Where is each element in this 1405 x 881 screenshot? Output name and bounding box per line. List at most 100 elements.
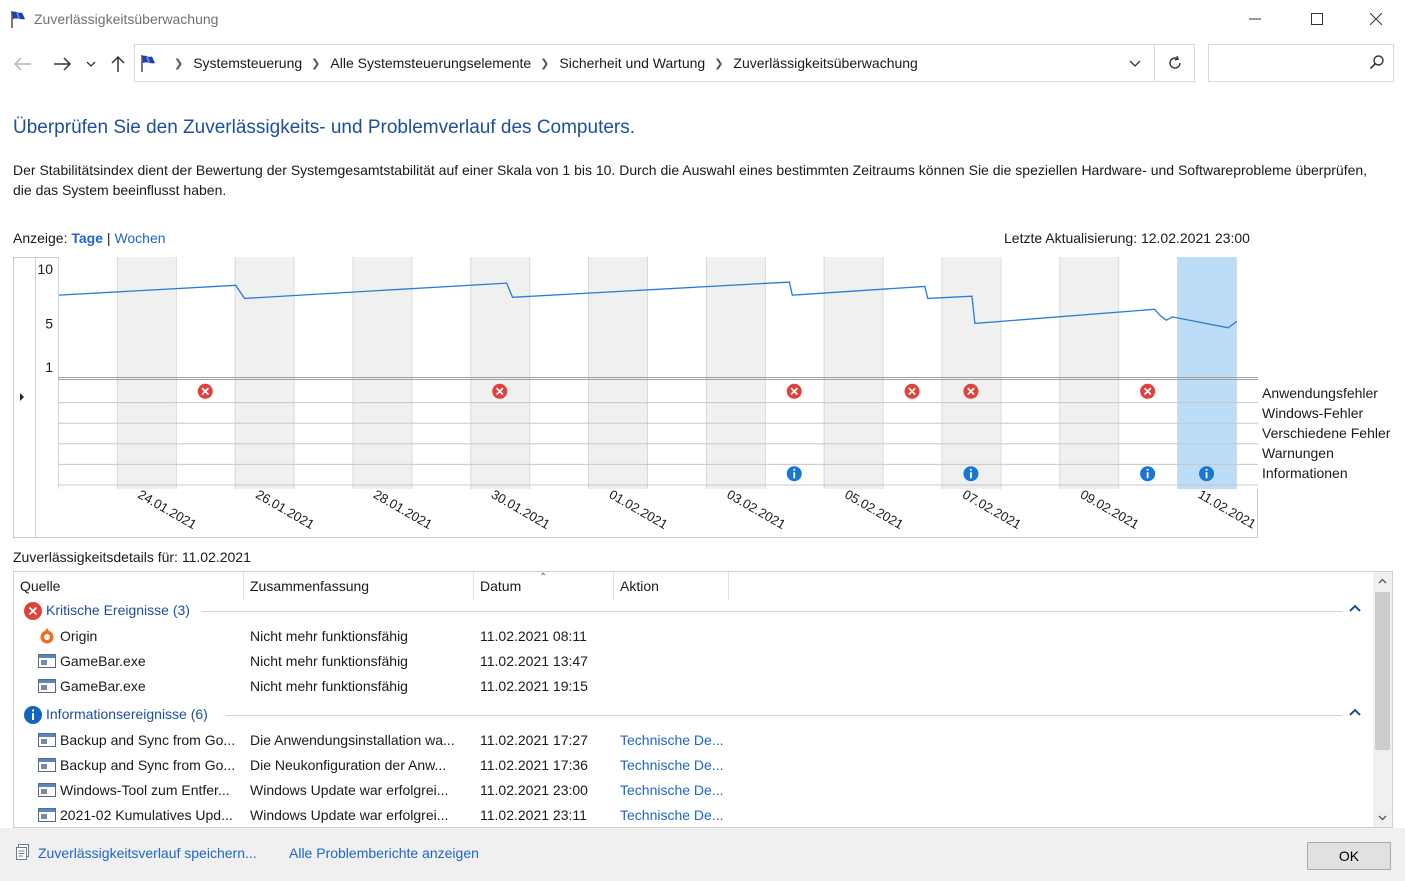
group-critical-events[interactable]: Kritische Ereignisse (3)	[14, 598, 1374, 624]
table-row[interactable]: 2021-02 Kumulatives Upd... Windows Updat…	[14, 803, 1374, 827]
error-event-marker[interactable]	[197, 383, 213, 399]
search-icon[interactable]	[1369, 54, 1385, 70]
technical-details-link[interactable]: Technische De...	[620, 732, 724, 748]
page-title: Überprüfen Sie den Zuverlässigkeits- und…	[13, 117, 636, 138]
view-all-reports-link[interactable]: Alle Problemberichte anzeigen	[289, 845, 479, 861]
cell-summary: Windows Update war erfolgrei...	[250, 782, 449, 798]
chevron-down-icon	[86, 61, 96, 67]
legend-information: Informationen	[1262, 465, 1348, 481]
application-window-icon	[38, 783, 56, 797]
day-column	[175, 257, 235, 489]
chevron-up-icon[interactable]	[1348, 705, 1362, 719]
day-column	[647, 257, 706, 489]
info-event-marker[interactable]	[786, 466, 802, 482]
save-history-link[interactable]: Zuverlässigkeitsverlauf speichern...	[38, 845, 257, 861]
up-button[interactable]	[106, 52, 130, 76]
table-row[interactable]: GameBar.exe Nicht mehr funktionsfähig 11…	[14, 674, 1374, 699]
recent-locations-button[interactable]	[81, 52, 101, 76]
breadcrumb-alle-elemente[interactable]: Alle Systemsteuerungselemente	[330, 55, 531, 71]
cell-date: 11.02.2021 17:36	[480, 757, 588, 773]
day-column	[1236, 257, 1295, 489]
table-row[interactable]: Backup and Sync from Go... Die Neukonfig…	[14, 753, 1374, 778]
table-row[interactable]: Origin Nicht mehr funktionsfähig 11.02.2…	[14, 624, 1374, 649]
application-window-icon	[38, 733, 56, 747]
table-row[interactable]: Backup and Sync from Go... Die Anwendung…	[14, 728, 1374, 753]
close-button[interactable]	[1353, 0, 1399, 38]
table-row[interactable]: GameBar.exe Nicht mehr funktionsfähig 11…	[14, 649, 1374, 674]
reliability-chart[interactable]: 10 5 1 24.01.2021 26.01.2021 28.01.2021 30.01.…	[13, 257, 1306, 538]
table-row[interactable]: Windows-Tool zum Entfer... Windows Updat…	[14, 778, 1374, 803]
day-column	[1177, 257, 1236, 489]
column-header-summary[interactable]: Zusammenfassung	[244, 572, 474, 600]
info-event-marker[interactable]	[1140, 466, 1156, 482]
breadcrumb-zuverlaessigkeit[interactable]: Zuverlässigkeitsüberwachung	[733, 55, 917, 71]
legend-misc-errors: Verschiedene Fehler	[1262, 425, 1391, 441]
breadcrumb-separator-icon[interactable]: ❯	[311, 57, 320, 70]
day-column	[234, 257, 294, 489]
error-event-marker[interactable]	[786, 383, 802, 399]
cell-source: 2021-02 Kumulatives Upd...	[60, 807, 233, 823]
column-header-action[interactable]: Aktion	[614, 572, 729, 600]
scrollbar-thumb[interactable]	[1375, 592, 1390, 750]
view-weeks-link[interactable]: Wochen	[114, 230, 165, 246]
error-event-marker[interactable]	[1140, 383, 1156, 399]
maximize-button[interactable]	[1294, 0, 1340, 38]
breadcrumb-separator-icon[interactable]: ❯	[540, 57, 549, 70]
day-column	[823, 257, 883, 489]
day-column	[1118, 257, 1178, 489]
cell-source: Windows-Tool zum Entfer...	[60, 782, 230, 798]
view-days-link[interactable]: Tage	[71, 230, 103, 246]
cell-source: Backup and Sync from Go...	[60, 757, 236, 773]
minimize-button[interactable]	[1232, 0, 1278, 38]
day-column	[470, 257, 530, 489]
error-event-marker[interactable]	[492, 383, 508, 399]
cell-date: 11.02.2021 23:00	[480, 782, 588, 798]
scroll-down-button[interactable]	[1373, 809, 1392, 827]
application-window-icon	[38, 654, 56, 668]
cell-source: Origin	[60, 628, 98, 644]
address-history-button[interactable]	[1117, 45, 1153, 81]
day-column	[764, 257, 824, 489]
day-column	[1000, 257, 1060, 489]
details-table: Quelle Zusammenfassung Datum ⌃ Aktion Kr…	[13, 571, 1393, 828]
cell-source: GameBar.exe	[60, 653, 146, 669]
info-glyph	[970, 472, 972, 479]
application-window-icon	[38, 808, 56, 822]
cell-summary: Die Anwendungsinstallation wa...	[250, 732, 455, 748]
column-header-source[interactable]: Quelle	[14, 572, 244, 600]
info-event-marker[interactable]	[1199, 466, 1215, 482]
breadcrumb-sicherheit-wartung[interactable]: Sicherheit und Wartung	[559, 55, 705, 71]
reliability-chart-svg[interactable]: 105124.01.2021 26.01.2021 28.01.2021 30.01.…	[13, 257, 1306, 538]
breadcrumb-systemsteuerung[interactable]: Systemsteuerung	[193, 55, 302, 71]
legend-warnings: Warnungen	[1262, 445, 1334, 461]
back-button[interactable]	[11, 52, 35, 76]
info-glyph	[793, 472, 796, 479]
day-column	[529, 257, 589, 489]
group-information-events[interactable]: Informationsereignisse (6)	[14, 702, 1374, 728]
view-selector: Anzeige: Tage | Wochen	[13, 230, 166, 246]
error-event-marker[interactable]	[963, 383, 979, 399]
chevron-up-icon[interactable]	[1348, 601, 1362, 615]
error-event-marker[interactable]	[904, 383, 920, 399]
group-label[interactable]: Informationsereignisse (6)	[46, 706, 208, 722]
forward-button[interactable]	[50, 52, 74, 76]
application-window-icon	[38, 758, 56, 772]
scroll-up-button[interactable]	[1373, 572, 1392, 590]
cell-source: Backup and Sync from Go...	[60, 732, 236, 748]
search-input[interactable]	[1213, 51, 1363, 75]
ok-button[interactable]: OK	[1307, 842, 1391, 870]
sort-ascending-icon: ⌃	[539, 572, 548, 583]
technical-details-link[interactable]: Technische De...	[620, 757, 724, 773]
technical-details-link[interactable]: Technische De...	[620, 782, 724, 798]
chevron-down-icon	[1129, 60, 1141, 67]
info-event-marker[interactable]	[963, 466, 979, 482]
vertical-scrollbar[interactable]	[1373, 572, 1392, 827]
day-column	[941, 257, 1001, 489]
search-box[interactable]	[1208, 44, 1394, 82]
breadcrumb-separator-icon[interactable]: ❯	[714, 57, 723, 70]
info-icon	[24, 706, 42, 724]
refresh-button[interactable]	[1154, 45, 1194, 81]
address-bar[interactable]: ❯ Systemsteuerung ❯ Alle Systemsteuerung…	[134, 44, 1195, 82]
technical-details-link[interactable]: Technische De...	[620, 807, 724, 823]
group-label[interactable]: Kritische Ereignisse (3)	[46, 602, 190, 618]
